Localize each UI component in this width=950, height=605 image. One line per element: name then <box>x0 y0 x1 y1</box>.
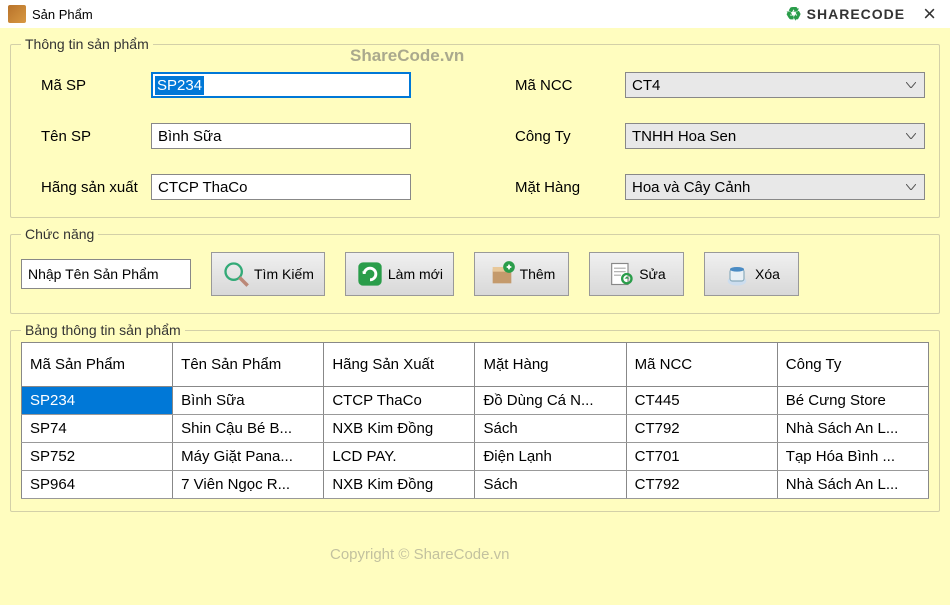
refresh-icon <box>356 260 384 288</box>
delete-icon <box>723 260 751 288</box>
table-cell[interactable]: NXB Kim Đồng <box>324 471 475 499</box>
table-cell[interactable]: SP752 <box>22 443 173 471</box>
table-cell[interactable]: Sách <box>475 471 626 499</box>
table-header[interactable]: Hãng Sản Xuất <box>324 343 475 387</box>
refresh-button[interactable]: Làm mới <box>345 252 454 296</box>
mathang-select[interactable]: Hoa và Cây Cảnh <box>625 174 925 200</box>
mancc-label: Mã NCC <box>495 77 625 94</box>
search-input[interactable] <box>21 259 191 289</box>
mathang-label: Mặt Hàng <box>495 179 625 196</box>
sharecode-brand: ♻ SHARECODE <box>786 4 906 25</box>
table-legend: Bảng thông tin sản phẩm <box>21 322 185 338</box>
table-cell[interactable]: CT445 <box>626 387 777 415</box>
search-button[interactable]: Tìm Kiếm <box>211 252 325 296</box>
close-icon[interactable]: × <box>917 1 942 27</box>
titlebar: Sản Phẩm ♻ SHARECODE × <box>0 0 950 28</box>
congty-select[interactable]: TNHH Hoa Sen <box>625 123 925 149</box>
table-cell[interactable]: 7 Viên Ngọc R... <box>173 471 324 499</box>
masp-input[interactable]: SP234 <box>151 72 411 98</box>
table-row[interactable]: SP234Bình SữaCTCP ThaCoĐồ Dùng Cá N...CT… <box>22 387 929 415</box>
table-cell[interactable]: Nhà Sách An L... <box>777 415 928 443</box>
table-cell[interactable]: SP234 <box>22 387 173 415</box>
table-cell[interactable]: Đồ Dùng Cá N... <box>475 387 626 415</box>
table-group: Bảng thông tin sản phẩm Mã Sản PhẩmTên S… <box>10 322 940 512</box>
table-header[interactable]: Mặt Hàng <box>475 343 626 387</box>
table-header[interactable]: Công Ty <box>777 343 928 387</box>
watermark-copyright: Copyright © ShareCode.vn <box>330 546 509 563</box>
table-cell[interactable]: Sách <box>475 415 626 443</box>
table-header[interactable]: Mã NCC <box>626 343 777 387</box>
table-cell[interactable]: CT701 <box>626 443 777 471</box>
table-row[interactable]: SP74Shin Cậu Bé B...NXB Kim ĐồngSáchCT79… <box>22 415 929 443</box>
table-cell[interactable]: CTCP ThaCo <box>324 387 475 415</box>
table-cell[interactable]: Nhà Sách An L... <box>777 471 928 499</box>
table-cell[interactable]: SP74 <box>22 415 173 443</box>
table-cell[interactable]: Điện Lạnh <box>475 443 626 471</box>
table-row[interactable]: SP9647 Viên Ngọc R...NXB Kim ĐồngSáchCT7… <box>22 471 929 499</box>
mancc-select[interactable]: CT4 <box>625 72 925 98</box>
table-cell[interactable]: Bé Cưng Store <box>777 387 928 415</box>
table-header[interactable]: Tên Sản Phẩm <box>173 343 324 387</box>
product-info-group: Thông tin sản phẩm Mã SP SP234 Tên SP Hã… <box>10 36 940 218</box>
hang-input[interactable] <box>151 174 411 200</box>
edit-icon <box>607 260 635 288</box>
masp-label: Mã SP <box>21 77 151 94</box>
table-cell[interactable]: Bình Sữa <box>173 387 324 415</box>
add-icon <box>488 260 516 288</box>
table-row[interactable]: SP752Máy Giặt Pana...LCD PAY.Điện LạnhCT… <box>22 443 929 471</box>
box-icon <box>8 5 26 23</box>
main-panel: ShareCode.vn Thông tin sản phẩm Mã SP SP… <box>0 28 950 605</box>
add-button[interactable]: Thêm <box>474 252 569 296</box>
edit-button[interactable]: Sửa <box>589 252 684 296</box>
table-cell[interactable]: CT792 <box>626 471 777 499</box>
table-cell[interactable]: LCD PAY. <box>324 443 475 471</box>
table-cell[interactable]: SP964 <box>22 471 173 499</box>
table-cell[interactable]: Máy Giặt Pana... <box>173 443 324 471</box>
table-cell[interactable]: Shin Cậu Bé B... <box>173 415 324 443</box>
table-header[interactable]: Mã Sản Phẩm <box>22 343 173 387</box>
tensp-input[interactable] <box>151 123 411 149</box>
congty-label: Công Ty <box>495 128 625 145</box>
product-table: Mã Sản PhẩmTên Sản PhẩmHãng Sản XuấtMặt … <box>21 342 929 499</box>
table-cell[interactable]: Tạp Hóa Bình ... <box>777 443 928 471</box>
tensp-label: Tên SP <box>21 128 151 145</box>
table-cell[interactable]: CT792 <box>626 415 777 443</box>
delete-button[interactable]: Xóa <box>704 252 799 296</box>
function-group: Chức năng Tìm Kiếm Làm mới Thêm Sửa Xóa <box>10 226 940 314</box>
func-legend: Chức năng <box>21 226 98 242</box>
window-title: Sản Phẩm <box>32 7 786 22</box>
info-legend: Thông tin sản phẩm <box>21 36 153 52</box>
search-icon <box>222 260 250 288</box>
recycle-icon: ♻ <box>786 4 803 25</box>
hang-label: Hãng sản xuất <box>21 179 151 196</box>
table-cell[interactable]: NXB Kim Đồng <box>324 415 475 443</box>
